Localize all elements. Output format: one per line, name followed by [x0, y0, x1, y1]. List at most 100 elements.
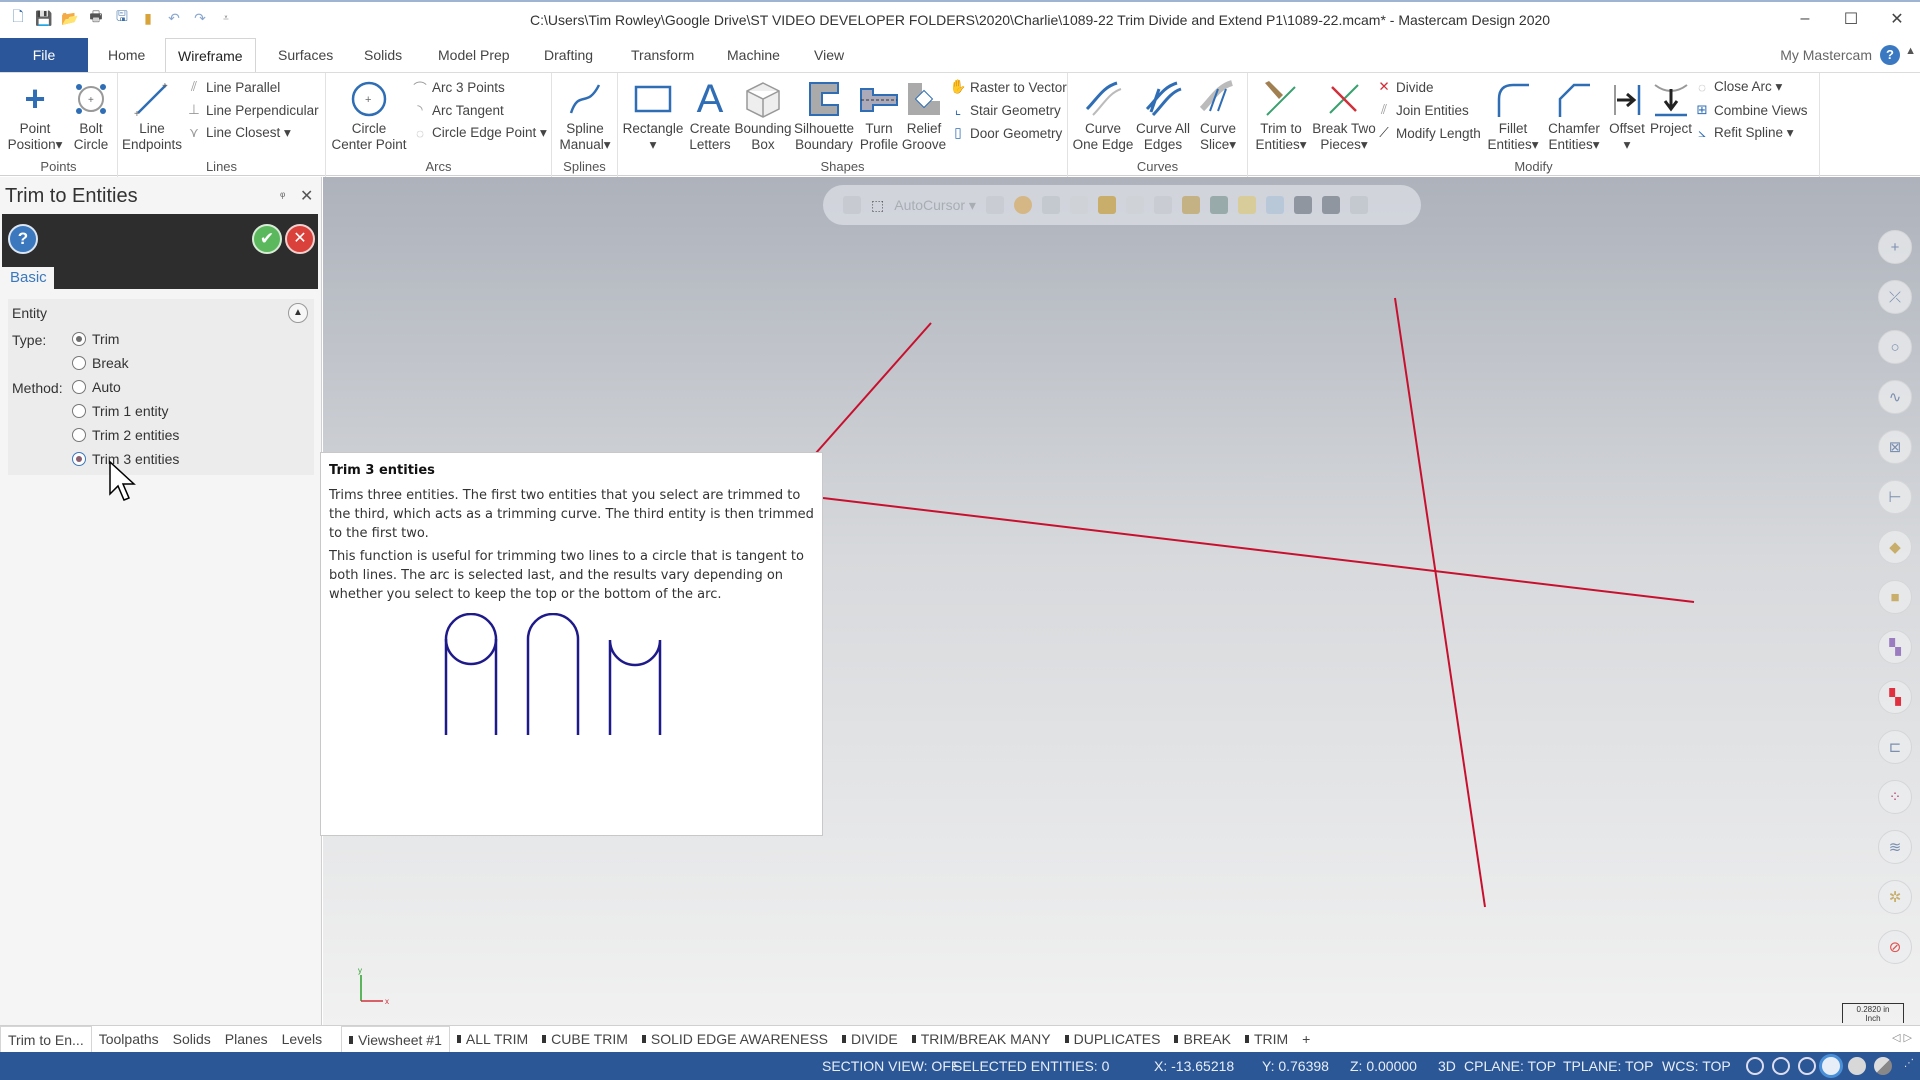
mask-surface-icon[interactable]: ⊠ — [1878, 430, 1912, 464]
radio-break[interactable]: Break — [72, 355, 129, 371]
close-button[interactable]: ✕ — [1874, 4, 1920, 34]
divide-button[interactable]: ✕ Divide — [1376, 79, 1433, 95]
cplane-status[interactable]: CPLANE: TOP — [1464, 1058, 1556, 1074]
collapse-ribbon-icon[interactable]: ▲ — [1905, 45, 1916, 57]
rectangle-button[interactable]: Rectangle ▾ — [622, 77, 684, 153]
minimize-button[interactable]: – — [1782, 4, 1828, 34]
previous-select-icon[interactable] — [1349, 196, 1368, 214]
combine-views-button[interactable]: ⊞ Combine Views — [1694, 102, 1807, 118]
wireframe-globe-icon[interactable] — [1746, 1057, 1764, 1075]
tab-model-prep[interactable]: Model Prep — [426, 38, 522, 72]
face-select-icon[interactable] — [1125, 196, 1144, 214]
shaded-sphere-icon[interactable] — [1822, 1057, 1840, 1075]
tab-scroll-arrows[interactable]: ◁ ▷ — [1892, 1031, 1912, 1044]
radio-trim[interactable]: Trim — [72, 331, 119, 347]
cancel-button[interactable]: ✕ — [285, 224, 315, 254]
tab-solids-manager[interactable]: Solids — [166, 1026, 218, 1052]
raster-to-vector-button[interactable]: ✋ Raster to Vector — [950, 79, 1067, 95]
silhouette-boundary-button[interactable]: Silhouette Boundary — [790, 77, 858, 153]
tab-transform[interactable]: Transform — [619, 38, 706, 72]
tab-drafting[interactable]: Drafting — [532, 38, 605, 72]
autocursor-icon[interactable]: ⬚ — [871, 197, 884, 214]
panel-close-icon[interactable]: ✕ — [300, 186, 313, 206]
tab-levels[interactable]: Levels — [275, 1026, 329, 1052]
multi-select-icon[interactable] — [1181, 196, 1200, 214]
point-snap-icon[interactable] — [1013, 196, 1032, 214]
geometry-line-1[interactable] — [815, 322, 932, 454]
print-icon[interactable]: 🖶 — [86, 8, 106, 28]
tab-wireframe[interactable]: Wireframe — [165, 38, 256, 72]
trim-to-entities-button[interactable]: Trim to Entities▾ — [1250, 77, 1312, 153]
ok-button[interactable]: ✔ — [252, 224, 282, 254]
mask-point-icon[interactable]: + — [1878, 230, 1912, 264]
viewsheet-tab[interactable]: DIVIDE — [835, 1026, 905, 1052]
mask-attributes-icon[interactable]: ⊏ — [1878, 730, 1912, 764]
door-geometry-button[interactable]: ▯ Door Geometry — [950, 125, 1062, 141]
resize-grip-icon[interactable]: ⋰ — [1904, 1058, 1914, 1069]
viewsheet-tab[interactable]: TRIM — [1238, 1026, 1295, 1052]
pin-icon[interactable]: ᵠ — [280, 189, 285, 203]
arc-tangent-button[interactable]: ◝ Arc Tangent — [412, 102, 503, 118]
shaded-globe-icon[interactable] — [1798, 1057, 1816, 1075]
tab-surfaces[interactable]: Surfaces — [266, 38, 345, 72]
line-perpendicular-button[interactable]: ⊥ Line Perpendicular — [186, 102, 318, 118]
viewsheet-tab[interactable]: DUPLICATES — [1058, 1026, 1168, 1052]
tab-machine[interactable]: Machine — [715, 38, 792, 72]
folder-icon[interactable]: ▮ — [138, 8, 158, 28]
tab-solids[interactable]: Solids — [352, 38, 414, 72]
chamfer-entities-button[interactable]: Chamfer Entities▾ — [1542, 77, 1606, 153]
curve-all-edges-button[interactable]: Curve All Edges — [1134, 77, 1192, 153]
tab-basic[interactable]: Basic — [2, 267, 54, 290]
save-as-icon[interactable]: 🖫 — [112, 8, 132, 28]
bounding-box-button[interactable]: Bounding Box — [734, 77, 792, 153]
my-mastercam-link[interactable]: My Mastercam — [1780, 47, 1872, 63]
hidden-line-globe-icon[interactable] — [1772, 1057, 1790, 1075]
point-position-button[interactable]: + Point Position▾ — [4, 77, 66, 153]
body-select-icon[interactable] — [1153, 196, 1172, 214]
mask-layer-icon[interactable]: ≋ — [1878, 830, 1912, 864]
circle-center-point-button[interactable]: + Circle Center Point — [326, 77, 412, 153]
mask-color-icon[interactable]: ▚ — [1878, 680, 1912, 714]
viewsheet-tab[interactable]: BREAK — [1167, 1026, 1237, 1052]
viewsheet-tab[interactable]: Viewsheet #1 — [341, 1026, 450, 1052]
customize-icon[interactable]: ⩡ — [216, 8, 236, 28]
viewsheet-tab[interactable]: SOLID EDGE AWARENESS — [635, 1026, 835, 1052]
project-button[interactable]: Project — [1648, 77, 1694, 137]
tab-file[interactable]: File — [0, 38, 88, 72]
maximize-button[interactable]: ☐ — [1828, 4, 1874, 34]
help-icon[interactable]: ? — [1880, 45, 1900, 65]
mask-group-icon[interactable]: ⁘ — [1878, 780, 1912, 814]
curve-slice-button[interactable]: Curve Slice▾ — [1192, 77, 1244, 153]
select-last-icon[interactable] — [1293, 196, 1312, 214]
tab-planes[interactable]: Planes — [218, 1026, 275, 1052]
tab-toolpaths[interactable]: Toolpaths — [92, 1026, 166, 1052]
fillet-entities-button[interactable]: Fillet Entities▾ — [1484, 77, 1542, 153]
viewsheet-tab[interactable]: TRIM/BREAK MANY — [905, 1026, 1058, 1052]
tab-view[interactable]: View — [802, 38, 856, 72]
mask-line-icon[interactable]: ⤫ — [1878, 280, 1912, 314]
break-two-pieces-button[interactable]: Break Two Pieces▾ — [1312, 77, 1376, 153]
relief-groove-button[interactable]: Relief Groove — [900, 77, 948, 153]
open-icon[interactable]: 📂 — [60, 8, 80, 28]
tab-home[interactable]: Home — [96, 38, 157, 72]
save-icon[interactable]: 💾 — [34, 8, 54, 28]
mask-dimension-icon[interactable]: ⊢ — [1878, 480, 1912, 514]
solid-select-icon[interactable] — [1097, 196, 1116, 214]
join-entities-button[interactable]: ⫽ Join Entities — [1376, 102, 1469, 118]
bolt-circle-button[interactable]: + Bolt Circle — [66, 77, 116, 153]
wcs-status[interactable]: WCS: TOP — [1662, 1058, 1731, 1074]
mask-levels-icon[interactable]: ▚ — [1878, 630, 1912, 664]
radio-trim-2-entities[interactable]: Trim 2 entities — [72, 427, 179, 443]
z-coordinate[interactable]: Z: 0.00000 — [1350, 1058, 1417, 1074]
tab-trim-to-entities[interactable]: Trim to En... — [0, 1026, 92, 1052]
offset-button[interactable]: Offset ▾ — [1604, 77, 1650, 153]
create-letters-button[interactable]: A Create Letters — [684, 77, 736, 153]
geometry-line-2[interactable] — [822, 497, 1695, 603]
geometry-line-3[interactable] — [1394, 297, 1486, 908]
lock-icon[interactable] — [843, 196, 861, 214]
select-icon[interactable] — [1041, 196, 1060, 214]
window-select-icon[interactable] — [1209, 196, 1228, 214]
mask-arc-icon[interactable]: ○ — [1878, 330, 1912, 364]
clear-mask-icon[interactable]: ⊘ — [1878, 930, 1912, 964]
snap-icon[interactable] — [985, 196, 1004, 214]
